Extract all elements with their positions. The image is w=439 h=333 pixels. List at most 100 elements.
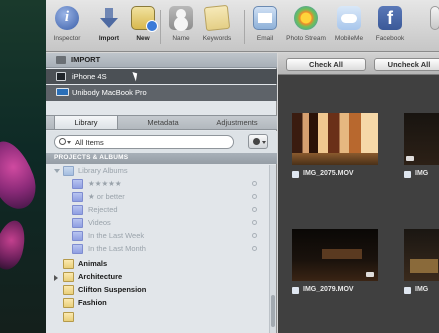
- thumbnail-filename: IMG: [415, 286, 429, 293]
- uncheck-all-button[interactable]: Uncheck All: [374, 58, 439, 71]
- album-icon: [63, 285, 74, 295]
- name-button[interactable]: Name: [168, 6, 194, 42]
- projects-albums-header: PROJECTS & ALBUMS: [46, 153, 277, 164]
- disclosure-triangle-icon[interactable]: [54, 275, 58, 281]
- disclosure-triangle-icon: [54, 169, 60, 173]
- search-icon: [252, 207, 257, 212]
- search-field[interactable]: [54, 135, 234, 149]
- video-thumbnail[interactable]: [404, 113, 439, 165]
- list-item-album[interactable]: Fashion: [46, 297, 268, 310]
- facebook-icon: [378, 6, 402, 30]
- smart-album-icon: [72, 179, 83, 189]
- thumbnail-caption: IMG_2075.MOV: [292, 169, 382, 180]
- video-camera-icon: [366, 156, 374, 161]
- list-item-smart-album[interactable]: In the Last Month: [46, 243, 268, 256]
- new-button[interactable]: New: [130, 6, 158, 42]
- folder-icon: [63, 166, 74, 176]
- thumbnail-filename: IMG_2075.MOV: [303, 170, 354, 177]
- email-button[interactable]: Email: [252, 6, 278, 42]
- tab-metadata[interactable]: Metadata: [128, 116, 198, 129]
- import-icon: [56, 56, 66, 64]
- list-item-label: ★★★★★: [88, 179, 122, 188]
- list-item-label: Library Albums: [78, 166, 128, 175]
- import-button[interactable]: Import: [94, 6, 124, 42]
- list-item-album[interactable]: Animals: [46, 258, 268, 271]
- inspector-tabs: Library Metadata Adjustments: [46, 115, 277, 130]
- movie-file-icon: [404, 287, 411, 294]
- person-icon: [169, 6, 193, 30]
- mouse-cursor-icon: [132, 70, 140, 82]
- list-item-smart-album[interactable]: ★★★★★: [46, 178, 268, 191]
- search-icon: [252, 220, 257, 225]
- import-arrow-icon: [97, 6, 121, 30]
- list-item-album[interactable]: Architecture: [46, 271, 268, 284]
- thumbnail-card[interactable]: IMG_2079.MOV: [292, 229, 382, 299]
- thumbnail-card[interactable]: IMG: [404, 229, 439, 299]
- keywords-button[interactable]: Keywords: [200, 4, 234, 42]
- album-icon: [63, 272, 74, 282]
- list-item-album[interactable]: Clifton Suspension: [46, 284, 268, 297]
- import-button-bar: Check All Uncheck All: [278, 53, 439, 75]
- list-item-smart-album[interactable]: In the Last Week: [46, 230, 268, 243]
- action-menu-button[interactable]: [248, 134, 268, 149]
- search-icon: [252, 233, 257, 238]
- chevron-down-icon: [67, 141, 71, 144]
- list-item-smart-album[interactable]: ★ or better: [46, 191, 268, 204]
- toolbar: Inspector Import New Name Keywords: [46, 0, 439, 52]
- device-label: Unibody MacBook Pro: [72, 88, 147, 97]
- smart-album-icon: [72, 244, 83, 254]
- search-icon: [252, 246, 257, 251]
- list-item-smart-album[interactable]: Videos: [46, 217, 268, 230]
- video-thumbnail[interactable]: [292, 229, 378, 281]
- check-all-button[interactable]: Check All: [286, 58, 366, 71]
- movie-file-icon: [292, 287, 299, 294]
- list-item-label: Architecture: [78, 272, 123, 281]
- facebook-label: Facebook: [375, 35, 405, 42]
- search-icon: [252, 181, 257, 186]
- list-item-smart-album[interactable]: Rejected: [46, 204, 268, 217]
- sidebar: IMPORT iPhone 4S Unibody MacBook Pro Lib…: [46, 53, 277, 333]
- toolbar-divider: [160, 10, 161, 44]
- keywords-label: Keywords: [202, 35, 232, 42]
- device-label: iPhone 4S: [72, 72, 107, 81]
- thumbnail-card[interactable]: IMG: [404, 113, 439, 183]
- album-list: Library Albums ★★★★★ ★ or better Rejecte…: [46, 165, 277, 333]
- photo-stream-button[interactable]: Photo Stream: [286, 6, 326, 42]
- photo-stream-icon: [294, 6, 318, 30]
- list-item-label: Videos: [88, 218, 111, 227]
- video-camera-icon: [366, 272, 374, 277]
- desktop-background: [0, 0, 46, 333]
- device-item-iphone[interactable]: iPhone 4S: [46, 69, 277, 84]
- tab-library[interactable]: Library: [54, 116, 118, 129]
- device-item-macbook[interactable]: Unibody MacBook Pro: [46, 85, 277, 101]
- sidebar-scrollbar[interactable]: [269, 165, 276, 333]
- chevron-down-icon: [262, 141, 266, 144]
- inspector-label: Inspector: [53, 35, 81, 42]
- list-item-library-albums[interactable]: Library Albums: [46, 165, 268, 178]
- inspector-button[interactable]: Inspector: [52, 6, 82, 42]
- scrollbar-thumb[interactable]: [271, 295, 275, 327]
- list-item-label: Animals: [78, 259, 108, 268]
- flower-petal: [0, 217, 30, 273]
- facebook-button[interactable]: Facebook: [372, 6, 408, 42]
- list-item-label: In the Last Week: [88, 231, 145, 240]
- list-item-label: Fashion: [78, 298, 107, 307]
- list-item-label: In the Last Month: [88, 244, 146, 253]
- thumbnail-card[interactable]: IMG_2075.MOV: [292, 113, 382, 183]
- section-header-label: PROJECTS & ALBUMS: [54, 154, 129, 161]
- video-thumbnail[interactable]: [404, 229, 439, 281]
- info-icon: [55, 6, 79, 30]
- new-label: New: [136, 35, 150, 42]
- smart-album-icon: [72, 205, 83, 215]
- cloud-icon: [337, 6, 361, 30]
- video-thumbnail[interactable]: [292, 113, 378, 165]
- movie-file-icon: [404, 171, 411, 178]
- overflow-toolbar-item[interactable]: [430, 6, 439, 30]
- list-item-album[interactable]: [46, 311, 268, 324]
- import-label: Import: [98, 35, 120, 42]
- iphone-icon: [56, 72, 66, 81]
- search-input[interactable]: [75, 137, 225, 148]
- mobileme-button[interactable]: MobileMe: [332, 6, 366, 42]
- tab-adjustments[interactable]: Adjustments: [202, 116, 272, 129]
- list-item-label: ★ or better: [88, 192, 125, 201]
